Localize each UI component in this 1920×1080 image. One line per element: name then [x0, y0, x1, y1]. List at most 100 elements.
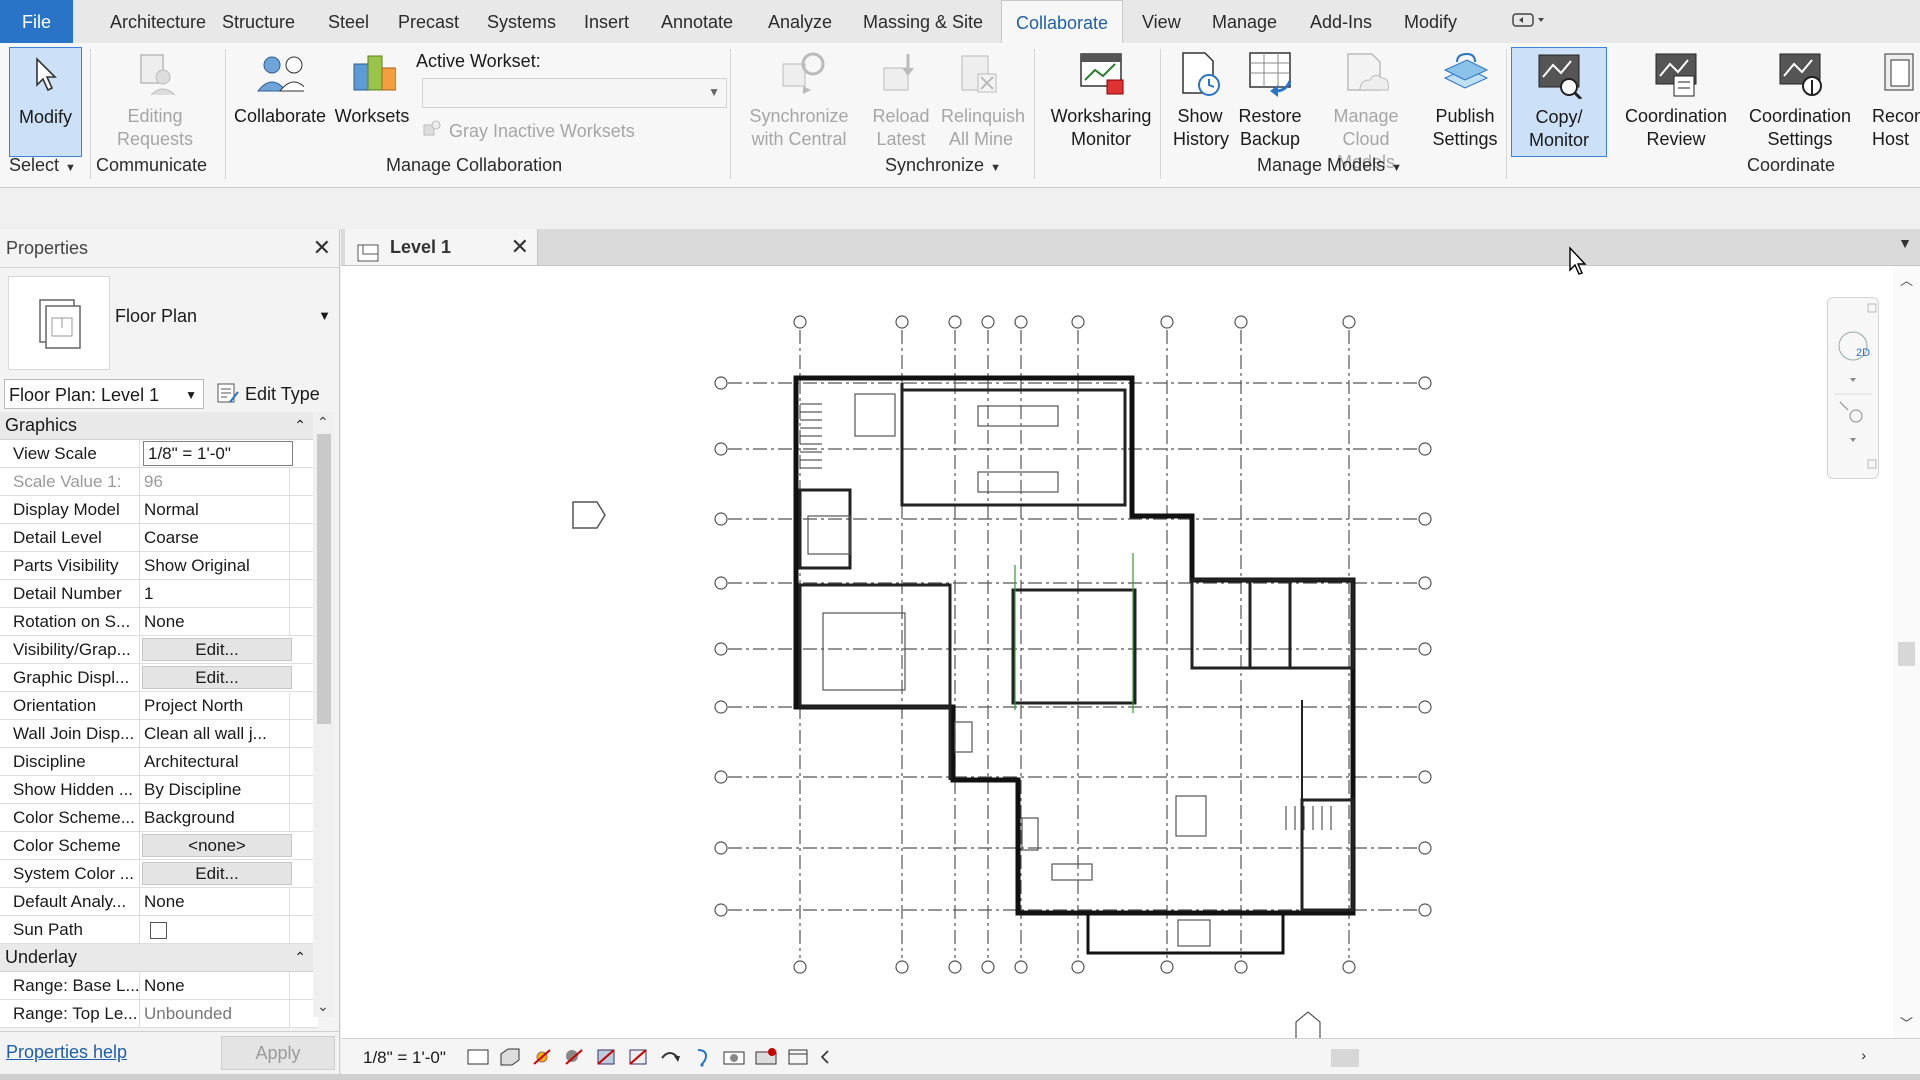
tab-manage[interactable]: Manage: [1210, 0, 1279, 43]
tab-analyze[interactable]: Analyze: [766, 0, 834, 43]
coordination-review-button[interactable]: Coordination Review: [1616, 47, 1736, 151]
property-row[interactable]: Color Scheme <none>: [0, 832, 318, 860]
property-row[interactable]: Sun Path: [0, 916, 318, 944]
property-row[interactable]: System Color ... Edit...: [0, 860, 318, 888]
scrollbar-thumb[interactable]: [1898, 642, 1915, 666]
canvas-horizontal-scrollbar[interactable]: ›: [831, 1047, 1866, 1069]
property-value[interactable]: Clean all wall j...: [140, 720, 290, 747]
property-row[interactable]: Range: Base L... None: [0, 972, 318, 1000]
tab-annotate[interactable]: Annotate: [659, 0, 735, 43]
scrollbar-thumb[interactable]: [1331, 1049, 1359, 1067]
property-value[interactable]: Coarse: [140, 524, 290, 551]
editing-requests-button[interactable]: Editing Requests: [110, 47, 200, 151]
graphic-display-edit-button[interactable]: Edit...: [142, 666, 292, 689]
chevron-right-icon[interactable]: ›: [1861, 1047, 1866, 1063]
property-value[interactable]: 1/8" = 1'-0": [143, 441, 293, 466]
sun-path-checkbox[interactable]: [150, 922, 167, 939]
coordination-settings-button[interactable]: Coordination Settings: [1740, 47, 1860, 151]
detail-level-icon[interactable]: [466, 1046, 490, 1068]
reload-latest-button[interactable]: Reload Latest: [866, 47, 936, 151]
property-row[interactable]: Detail Number 1: [0, 580, 318, 608]
properties-scrollbar[interactable]: ⌃ ⌄: [313, 412, 335, 1017]
property-row[interactable]: Detail Level Coarse: [0, 524, 318, 552]
scroll-left-icon[interactable]: [818, 1046, 832, 1068]
tab-collaborate[interactable]: Collaborate: [1001, 0, 1124, 45]
context-menu-icon[interactable]: [1512, 12, 1546, 31]
show-history-button[interactable]: Show History: [1168, 47, 1232, 151]
tab-architecture[interactable]: Architecture: [108, 0, 208, 43]
drawing-canvas[interactable]: 2D ︿ ﹀: [341, 266, 1920, 1038]
tab-precast[interactable]: Precast: [396, 0, 461, 43]
property-row[interactable]: Rotation on S... None: [0, 608, 318, 636]
visual-style-icon[interactable]: [498, 1046, 522, 1068]
graphics-group-header[interactable]: Graphics ⌃: [0, 412, 318, 440]
property-value[interactable]: None: [140, 608, 290, 635]
shadows-icon[interactable]: [562, 1046, 586, 1068]
close-icon[interactable]: ✕: [313, 229, 331, 267]
property-value[interactable]: None: [140, 888, 290, 915]
properties-help-link[interactable]: Properties help: [6, 1042, 127, 1063]
copy-monitor-button[interactable]: Copy/ Monitor: [1511, 47, 1607, 157]
worksets-button[interactable]: Worksets: [332, 47, 412, 128]
property-value[interactable]: 1: [140, 580, 290, 607]
property-row[interactable]: View Scale 1/8" = 1'-0": [0, 440, 318, 468]
property-row[interactable]: Range: Top Le... Unbounded: [0, 1000, 318, 1028]
canvas-vertical-scrollbar[interactable]: ︿ ﹀: [1893, 266, 1920, 1038]
chevron-down-icon[interactable]: ▼: [318, 308, 331, 323]
modify-button[interactable]: Modify: [9, 47, 82, 157]
system-color-edit-button[interactable]: Edit...: [142, 862, 292, 885]
sun-path-icon[interactable]: [530, 1046, 554, 1068]
chevron-up-icon[interactable]: ︿: [1900, 270, 1913, 289]
property-row[interactable]: Visibility/Grap... Edit...: [0, 636, 318, 664]
manage-models-panel-title[interactable]: Manage Models ▼: [1257, 155, 1402, 176]
property-value[interactable]: Normal: [140, 496, 290, 523]
reconcile-hosting-button[interactable]: Recon Host: [1866, 47, 1920, 151]
close-icon[interactable]: ✕: [511, 229, 529, 265]
property-value[interactable]: Project North: [140, 692, 290, 719]
temporary-view-properties-icon[interactable]: [754, 1046, 778, 1068]
view-scale-button[interactable]: 1/8" = 1'-0": [363, 1048, 446, 1068]
crop-view-icon[interactable]: [594, 1046, 618, 1068]
steering-wheel-icon[interactable]: [1827, 297, 1877, 377]
property-value[interactable]: Architectural: [140, 748, 290, 775]
property-value[interactable]: By Discipline: [140, 776, 290, 803]
underlay-group-header[interactable]: Underlay ⌃: [0, 944, 318, 972]
synchronize-with-central-button[interactable]: Synchronize with Central: [746, 47, 856, 151]
tab-add-ins[interactable]: Add-Ins: [1308, 0, 1374, 43]
collapse-icon[interactable]: ⌃: [294, 944, 306, 971]
tab-systems[interactable]: Systems: [485, 0, 558, 43]
edit-type-button[interactable]: Edit Type: [216, 379, 320, 409]
show-analytical-model-icon[interactable]: [786, 1046, 810, 1068]
tab-structure[interactable]: Structure: [220, 0, 297, 43]
property-row[interactable]: Color Scheme... Background: [0, 804, 318, 832]
show-crop-region-icon[interactable]: [626, 1046, 650, 1068]
tab-modify[interactable]: Modify: [1402, 0, 1459, 43]
property-value[interactable]: Show Original: [140, 552, 290, 579]
chevron-down-icon[interactable]: ⌄: [317, 998, 329, 1015]
restore-backup-button[interactable]: Restore Backup: [1234, 47, 1306, 151]
property-row[interactable]: Display Model Normal: [0, 496, 318, 524]
publish-settings-button[interactable]: Publish Settings: [1428, 47, 1502, 151]
tab-file[interactable]: File: [0, 0, 74, 43]
collapse-icon[interactable]: ⌃: [294, 412, 306, 439]
property-row[interactable]: Parts Visibility Show Original: [0, 552, 318, 580]
temporary-hide-isolate-icon[interactable]: [690, 1046, 714, 1068]
property-row[interactable]: Wall Join Disp... Clean all wall j...: [0, 720, 318, 748]
type-selector[interactable]: Floor Plan ▼: [0, 268, 339, 376]
tab-insert[interactable]: Insert: [582, 0, 631, 43]
apply-button[interactable]: Apply: [221, 1036, 335, 1070]
property-value[interactable]: None: [140, 972, 290, 999]
property-value[interactable]: Unbounded: [140, 1000, 290, 1027]
property-row[interactable]: Orientation Project North: [0, 692, 318, 720]
property-row[interactable]: Graphic Displ... Edit...: [0, 664, 318, 692]
view-instance-selector[interactable]: Floor Plan: Level 1 ▼: [4, 379, 204, 409]
relinquish-all-mine-button[interactable]: Relinquish All Mine: [938, 47, 1025, 151]
color-scheme-button[interactable]: <none>: [142, 834, 292, 857]
select-panel-title[interactable]: Select ▼: [9, 155, 76, 176]
property-row[interactable]: Discipline Architectural: [0, 748, 318, 776]
tab-massing-site[interactable]: Massing & Site: [861, 0, 985, 43]
tab-list-menu-icon[interactable]: ▼: [1898, 235, 1912, 251]
collaborate-button[interactable]: Collaborate: [230, 47, 330, 128]
chevron-down-icon[interactable]: ﹀: [1900, 1013, 1913, 1032]
active-workset-dropdown[interactable]: ▼: [422, 78, 727, 108]
